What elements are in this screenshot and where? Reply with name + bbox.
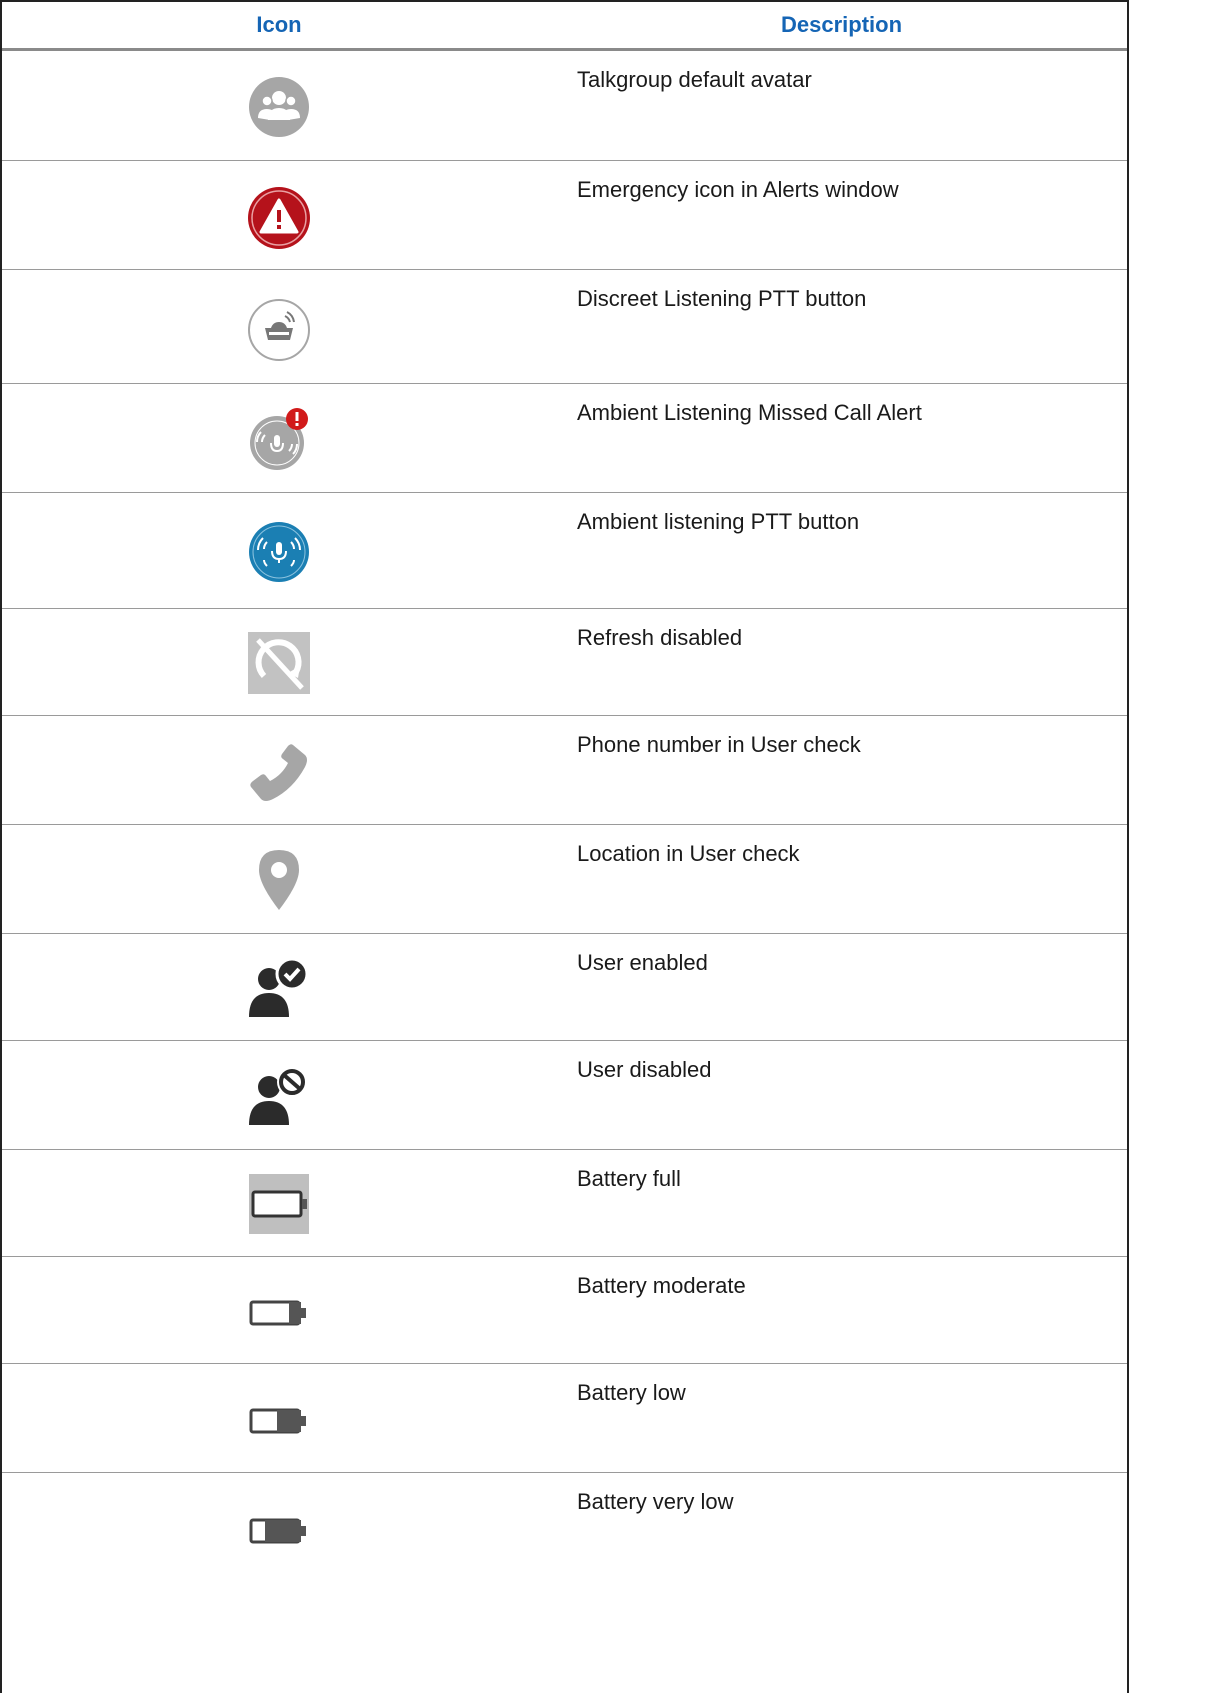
icon-cell (2, 1364, 556, 1472)
ambient-missed-call-alert-icon (247, 407, 311, 471)
table-row: Battery low (2, 1364, 1127, 1473)
table-row: Battery moderate (2, 1257, 1127, 1364)
icon-cell (2, 51, 556, 160)
table-row: Talkgroup default avatar (2, 51, 1127, 161)
phone-icon (247, 741, 311, 805)
user-enabled-icon (249, 957, 309, 1019)
table-row: Phone number in User check (2, 716, 1127, 825)
header-icon: Icon (256, 12, 302, 37)
row-description: Battery very low (577, 1489, 734, 1514)
icon-cell (2, 1257, 556, 1363)
discreet-listening-ptt-icon (247, 298, 311, 362)
row-description: Battery full (577, 1166, 681, 1191)
refresh-disabled-icon (248, 632, 310, 694)
row-description: Refresh disabled (577, 625, 743, 650)
row-description: Phone number in User check (577, 732, 861, 757)
icon-cell (2, 1041, 556, 1149)
row-description: Location in User check (577, 841, 800, 866)
icon-cell (2, 384, 556, 492)
table-row: Discreet Listening PTT button (2, 270, 1127, 384)
icon-cell (2, 270, 556, 383)
emergency-alert-icon (247, 186, 311, 250)
battery-very-low-icon (249, 1517, 309, 1547)
icon-cell (2, 493, 556, 608)
icon-table: Icon Description Talkgroup default avata… (0, 0, 1129, 1693)
battery-low-icon (249, 1407, 309, 1437)
icon-cell (2, 1150, 556, 1256)
header-description: Description (780, 12, 903, 37)
table-row: User enabled (2, 934, 1127, 1041)
row-description: User enabled (577, 950, 708, 975)
table-row: Refresh disabled (2, 609, 1127, 716)
row-description: Discreet Listening PTT button (577, 286, 867, 311)
icon-cell (2, 934, 556, 1040)
user-disabled-icon (249, 1065, 309, 1127)
table-row: Battery very low (2, 1473, 1127, 1591)
row-description: Battery moderate (577, 1273, 746, 1298)
battery-moderate-icon (249, 1299, 309, 1329)
row-description: Talkgroup default avatar (577, 67, 812, 92)
table-row: Emergency icon in Alerts window (2, 161, 1127, 270)
icon-cell (2, 1473, 556, 1591)
row-description: Emergency icon in Alerts window (577, 177, 899, 202)
table-row: Ambient Listening Missed Call Alert (2, 384, 1127, 493)
battery-full-icon (249, 1174, 309, 1234)
row-description: Battery low (577, 1380, 686, 1405)
location-pin-icon (259, 850, 299, 910)
table-row: Ambient listening PTT button (2, 493, 1127, 609)
icon-cell (2, 161, 556, 269)
table-row: User disabled (2, 1041, 1127, 1150)
row-description: Ambient listening PTT button (577, 509, 860, 534)
talkgroup-avatar-icon (248, 76, 310, 138)
icon-cell (2, 716, 556, 824)
table-header: Icon Description (2, 2, 1127, 51)
table-row: Location in User check (2, 825, 1127, 934)
row-description: User disabled (577, 1057, 712, 1082)
icon-cell (2, 825, 556, 933)
row-description: Ambient Listening Missed Call Alert (577, 400, 922, 425)
ambient-listening-ptt-icon (247, 520, 311, 584)
icon-cell (2, 609, 556, 715)
table-row: Battery full (2, 1150, 1127, 1257)
